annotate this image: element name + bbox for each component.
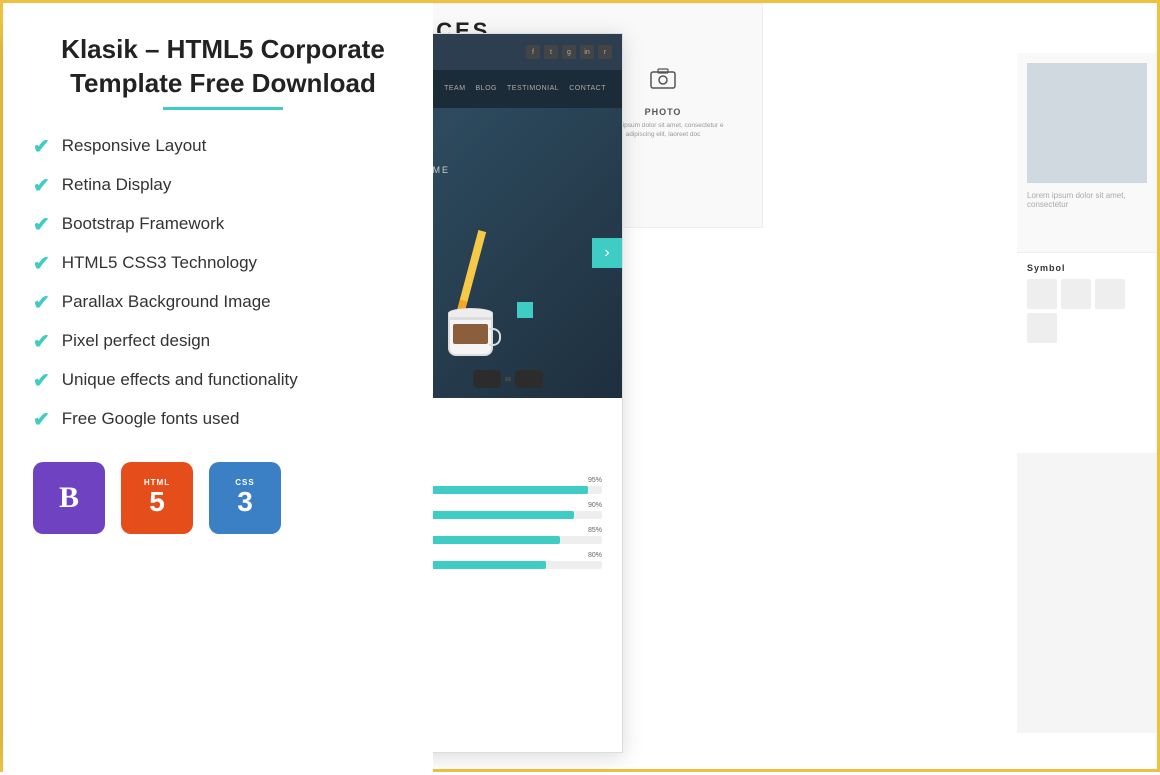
check-icon: ✔	[33, 368, 50, 393]
cup-body	[448, 318, 493, 356]
check-icon: ✔	[33, 251, 50, 276]
check-icon: ✔	[33, 212, 50, 237]
symbol-item	[1095, 279, 1125, 309]
list-item: ✔ Unique effects and functionality	[33, 368, 413, 393]
glimpse-symbols	[1027, 279, 1147, 343]
pencil	[455, 230, 486, 319]
symbol-item	[1027, 313, 1057, 343]
symbol-item	[1027, 279, 1057, 309]
mock-social: f t g in r	[526, 45, 612, 59]
facebook-icon: f	[526, 45, 540, 59]
teal-decorative-rect	[517, 302, 533, 318]
features-list: ✔ Responsive Layout ✔ Retina Display ✔ B…	[33, 134, 413, 432]
menu-testimonial[interactable]: TESTIMONIAL	[507, 85, 559, 93]
glimpse-text: Lorem ipsum dolor sit amet, consectetur	[1027, 191, 1147, 209]
googleplus-icon: g	[562, 45, 576, 59]
sunglasses	[473, 370, 543, 388]
check-icon: ✔	[33, 134, 50, 159]
menu-team[interactable]: TEAM	[444, 85, 465, 93]
glimpse-bottom: Symbol	[1017, 253, 1157, 453]
list-item: ✔ Parallax Background Image	[33, 290, 413, 315]
symbol-item	[1061, 279, 1091, 309]
list-item: ✔ Responsive Layout	[33, 134, 413, 159]
right-glimpse-panel: Lorem ipsum dolor sit amet, consectetur …	[1017, 53, 1157, 733]
glimpse-top: Lorem ipsum dolor sit amet, consectetur	[1017, 53, 1157, 253]
check-icon: ✔	[33, 173, 50, 198]
check-icon: ✔	[33, 290, 50, 315]
cup-saucer	[448, 308, 493, 318]
list-item: ✔ Pixel perfect design	[33, 329, 413, 354]
html5-badge: HTML 5	[121, 462, 193, 534]
lens-left	[473, 370, 501, 388]
left-panel: Klasik – HTML5 Corporate Template Free D…	[3, 3, 433, 775]
cup-handle	[489, 328, 501, 346]
linkedin-icon: in	[580, 45, 594, 59]
title-underline	[163, 107, 283, 110]
tech-logos: B HTML 5 CSS 3	[33, 462, 413, 534]
check-icon: ✔	[33, 329, 50, 354]
list-item: ✔ Retina Display	[33, 173, 413, 198]
page-title: Klasik – HTML5 Corporate Template Free D…	[33, 33, 413, 101]
lens-right	[515, 370, 543, 388]
bootstrap-badge: B	[33, 462, 105, 534]
css3-badge: CSS 3	[209, 462, 281, 534]
check-icon: ✔	[33, 407, 50, 432]
list-item: ✔ Bootstrap Framework	[33, 212, 413, 237]
glimpse-symbol-title: Symbol	[1027, 263, 1147, 273]
glimpse-image	[1027, 63, 1147, 183]
lens-bridge	[505, 377, 511, 381]
twitter-icon: t	[544, 45, 558, 59]
cup-coffee	[453, 324, 488, 344]
rss-icon: r	[598, 45, 612, 59]
list-item: ✔ Free Google fonts used	[33, 407, 413, 432]
menu-contact[interactable]: CONTACT	[569, 85, 606, 93]
menu-blog[interactable]: BLOG	[476, 85, 497, 93]
hero-next-arrow[interactable]: ›	[592, 238, 622, 268]
coffee-cup	[448, 308, 503, 358]
list-item: ✔ HTML5 CSS3 Technology	[33, 251, 413, 276]
